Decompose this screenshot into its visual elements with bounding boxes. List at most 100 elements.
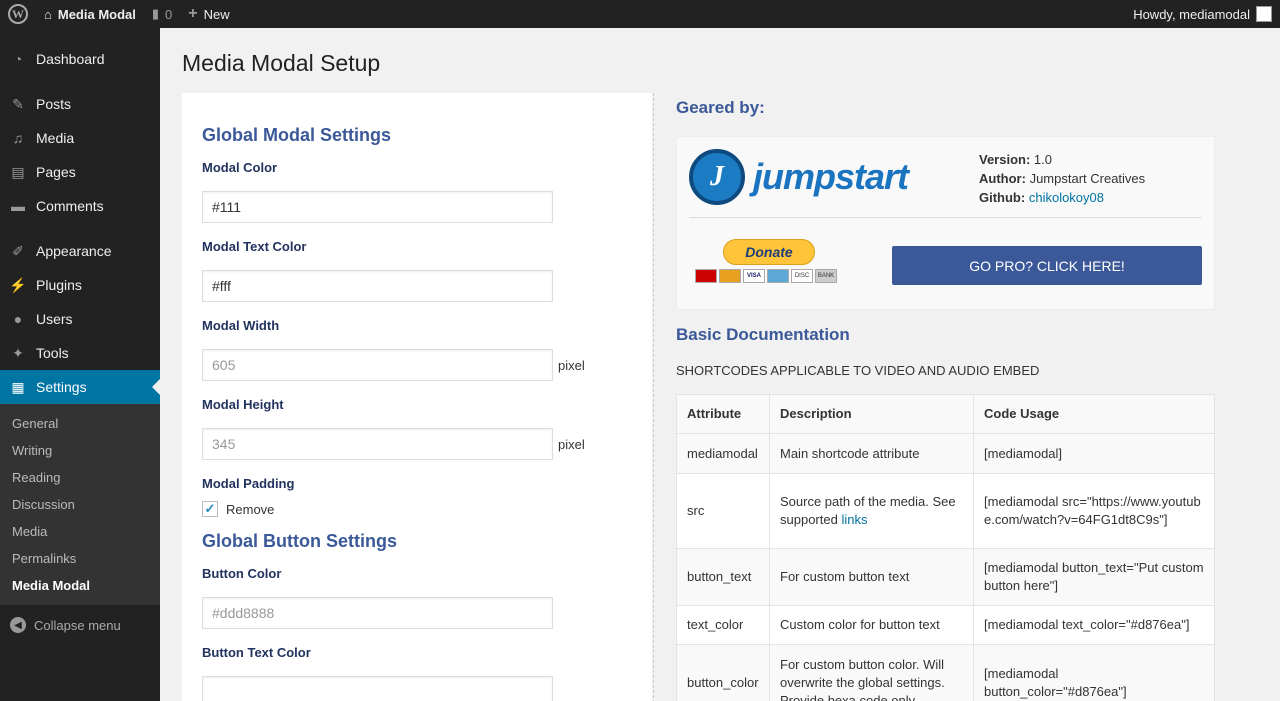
sidebar-item-label: Media [36, 130, 75, 146]
main-content: Media Modal Setup Global Modal Settings … [160, 28, 1280, 701]
modal-color-input[interactable] [202, 191, 553, 223]
sidebar-item-label: Users [36, 311, 73, 327]
sidebar-item-label: Appearance [36, 243, 112, 259]
sidebar-item-media[interactable]: ♫ Media [0, 121, 160, 155]
sidebar-item-users[interactable]: ● Users [0, 302, 160, 336]
modal-color-label: Modal Color [202, 160, 278, 175]
modal-height-unit: pixel [558, 436, 585, 452]
github-link[interactable]: chikolokoy08 [1029, 190, 1104, 205]
submenu-discussion[interactable]: Discussion [0, 491, 160, 518]
global-modal-settings-title: Global Modal Settings [202, 125, 392, 145]
author-label: Author: [979, 171, 1026, 186]
sidebar-item-label: Comments [36, 198, 104, 214]
info-panel: Geared by: J jumpstart Version: 1.0 Auth… [676, 93, 1216, 701]
table-row: text_color Custom color for button text … [676, 605, 1215, 645]
description-cell: Source path of the media. See supported … [769, 473, 974, 549]
modal-padding-label: Modal Padding [202, 476, 295, 491]
description-cell: Main shortcode attribute [769, 433, 974, 474]
dashboard-icon: ◔ [13, 51, 23, 67]
sidebar-item-pages[interactable]: ▤ Pages [0, 155, 160, 189]
button-text-color-input[interactable] [202, 676, 553, 701]
comment-bubble-icon: ▮ [151, 6, 160, 21]
checkmark-icon: ✓ [204, 501, 216, 516]
submenu-media-modal[interactable]: Media Modal [0, 572, 160, 599]
table-row: button_text For custom button text [medi… [676, 548, 1215, 606]
usage-cell: [mediamodal] [973, 433, 1215, 474]
amex-card-icon [767, 269, 789, 283]
shortcodes-subtitle: SHORTCODES APPLICABLE TO VIDEO AND AUDIO… [676, 363, 1040, 378]
button-color-input[interactable] [202, 597, 553, 629]
comments-count: 0 [165, 6, 173, 22]
new-content-menu[interactable]: + New [180, 0, 237, 28]
button-color-label: Button Color [202, 566, 282, 581]
usage-cell: [mediamodal button_text="Put custom butt… [973, 548, 1215, 606]
collapse-label: Collapse menu [34, 617, 121, 633]
wp-logo-menu[interactable]: W [0, 0, 36, 28]
sidebar-item-posts[interactable]: ✎ Posts [0, 87, 160, 121]
donate-widget: Donate VISA DISC BANK [695, 239, 843, 283]
discover-card-icon: DISC [791, 269, 813, 283]
payment-cards: VISA DISC BANK [695, 269, 843, 283]
table-row: src Source path of the media. See suppor… [676, 473, 1215, 549]
modal-width-input[interactable] [202, 349, 553, 381]
modal-text-color-label: Modal Text Color [202, 239, 307, 254]
donate-button[interactable]: Donate [723, 239, 815, 265]
attribute-cell: src [676, 473, 770, 549]
submenu-permalinks[interactable]: Permalinks [0, 545, 160, 572]
plugin-meta: Version: 1.0 Author: Jumpstart Creatives… [979, 150, 1145, 207]
pin-icon: ✎ [12, 95, 24, 112]
sidebar-item-comments[interactable]: ▬ Comments [0, 189, 160, 223]
comments-menu[interactable]: ▮ 0 [144, 0, 180, 28]
basic-documentation-heading: Basic Documentation [676, 325, 850, 344]
brush-icon: ✐ [12, 242, 24, 259]
column-header-description: Description [769, 394, 974, 434]
modal-height-input[interactable] [202, 428, 553, 460]
visa-card-icon: VISA [743, 269, 765, 283]
table-row: mediamodal Main shortcode attribute [med… [676, 433, 1215, 474]
sidebar-item-settings[interactable]: ▦ Settings [0, 370, 160, 404]
remove-padding-checkbox[interactable]: ✓ [202, 501, 218, 517]
jumpstart-emblem-icon: J [689, 149, 745, 205]
supported-links-link[interactable]: links [841, 512, 867, 527]
submenu-media[interactable]: Media [0, 518, 160, 545]
sidebar-item-dashboard[interactable]: ◔ Dashboard [0, 42, 160, 76]
usage-cell: [mediamodal button_color="#d876ea"] [973, 644, 1215, 701]
attribute-cell: mediamodal [676, 433, 770, 474]
usage-cell: [mediamodal text_color="#d876ea"] [973, 605, 1215, 645]
column-header-code-usage: Code Usage [973, 394, 1215, 434]
modal-width-label: Modal Width [202, 318, 280, 333]
table-header-row: Attribute Description Code Usage [676, 394, 1215, 434]
geared-by-heading: Geared by: [676, 98, 765, 117]
sidebar-item-tools[interactable]: ✦ Tools [0, 336, 160, 370]
maestro-card-icon [695, 269, 717, 283]
settings-form: Global Modal Settings Modal Color Modal … [182, 93, 652, 701]
sidebar-item-appearance[interactable]: ✐ Appearance [0, 234, 160, 268]
sidebar-item-label: Plugins [36, 277, 82, 293]
plus-icon: + [188, 5, 198, 22]
description-cell: Custom color for button text [769, 605, 974, 645]
my-account-menu[interactable]: Howdy, mediamodal [1125, 0, 1280, 28]
plugin-icon: ⚡ [9, 276, 27, 293]
jumpstart-logo: J jumpstart [689, 149, 909, 205]
attribute-cell: text_color [676, 605, 770, 645]
site-name-menu[interactable]: ⌂ Media Modal [36, 0, 144, 28]
submenu-general[interactable]: General [0, 410, 160, 437]
collapse-arrow-icon: ◀ [10, 617, 26, 633]
comment-icon: ▬ [11, 198, 25, 214]
settings-icon: ▦ [11, 378, 25, 395]
sidebar-item-plugins[interactable]: ⚡ Plugins [0, 268, 160, 302]
go-pro-button[interactable]: GO PRO? CLICK HERE! [892, 246, 1202, 285]
description-cell: For custom button text [769, 548, 974, 606]
admin-sidebar: ◔ Dashboard ✎ Posts ♫ Media ▤ Pages ▬ Co… [0, 28, 160, 701]
bank-card-icon: BANK [815, 269, 837, 283]
submenu-writing[interactable]: Writing [0, 437, 160, 464]
github-label: Github: [979, 190, 1026, 205]
submenu-reading[interactable]: Reading [0, 464, 160, 491]
collapse-menu-button[interactable]: ◀ Collapse menu [0, 609, 160, 641]
avatar [1256, 6, 1272, 22]
new-label: New [203, 6, 230, 22]
mastercard-card-icon [719, 269, 741, 283]
modal-text-color-input[interactable] [202, 270, 553, 302]
remove-padding-label: Remove [226, 501, 275, 517]
description-cell: For custom button color. Will overwrite … [769, 644, 974, 701]
